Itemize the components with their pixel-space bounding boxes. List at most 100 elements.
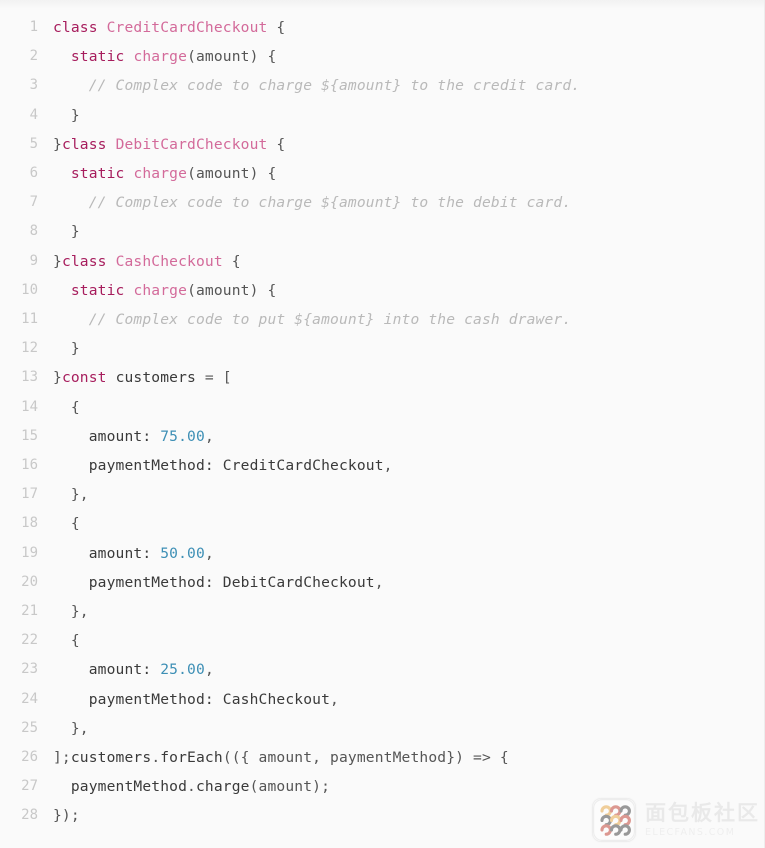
code-line-content[interactable]: }class DebitCardCheckout {	[49, 130, 764, 159]
code-line-content[interactable]: amount: 75.00,	[49, 422, 764, 451]
token-punct: (amount) {	[187, 281, 277, 299]
code-lines-table: 1 class CreditCardCheckout {2 static char…	[0, 13, 764, 831]
code-line-content[interactable]: {	[49, 509, 764, 538]
code-line-row: 26 ];customers.forEach(({ amount, payment…	[0, 743, 764, 772]
token-punct: });	[53, 807, 80, 825]
token-func: charge	[133, 48, 188, 66]
code-line-row: 19 amount: 50.00,	[0, 539, 764, 568]
token-punct: ];	[53, 749, 71, 767]
code-snippet-viewer[interactable]: 1 class CreditCardCheckout {2 static char…	[0, 0, 765, 848]
code-line-content[interactable]: }	[49, 217, 764, 246]
token-class: DebitCardCheckout	[115, 135, 268, 153]
code-line-content[interactable]: amount: 25.00,	[49, 655, 764, 684]
code-line-content[interactable]: }const customers = [	[49, 363, 764, 392]
code-line-row: 2 static charge(amount) {	[0, 42, 764, 71]
token-keyword: class	[61, 252, 107, 270]
line-number: 28	[21, 807, 38, 824]
token-prop: paymentMethod:	[88, 457, 214, 475]
line-number: 8	[29, 223, 38, 240]
code-line-row: 14 {	[0, 393, 764, 422]
token-prop: paymentMethod:	[88, 573, 214, 591]
token-punct: .	[187, 778, 196, 796]
line-number: 5	[29, 135, 38, 152]
token-punct: {	[53, 515, 80, 533]
token-class: CashCheckout	[115, 252, 223, 270]
token-punct: }	[53, 252, 62, 270]
code-line-content[interactable]: // Complex code to charge ${amount} to t…	[49, 188, 764, 217]
token-keyword: static	[70, 165, 125, 183]
token-plain: CreditCardCheckout	[222, 457, 384, 475]
line-number: 26	[21, 749, 38, 766]
code-line-content[interactable]: {	[49, 626, 764, 655]
token-punct: ,	[374, 573, 384, 591]
code-line-row: 23 amount: 25.00,	[0, 655, 764, 684]
token-plain: forEach	[160, 749, 223, 767]
code-line-row: 13}const customers = [	[0, 363, 764, 392]
token-punct: (amount) {	[187, 165, 277, 183]
token-punct: }	[53, 223, 80, 241]
code-line-content[interactable]: paymentMethod: DebitCardCheckout,	[49, 568, 764, 597]
code-line-row: 4 }	[0, 101, 764, 130]
token-punct: }	[53, 340, 80, 358]
code-line-row: 24 paymentMethod: CashCheckout,	[0, 685, 764, 714]
code-line-content[interactable]: }class CashCheckout {	[49, 247, 764, 276]
token-punct: (amount) {	[187, 48, 277, 66]
line-number: 23	[21, 661, 38, 678]
code-line-content[interactable]: amount: 50.00,	[49, 539, 764, 568]
line-number: 18	[21, 515, 38, 532]
line-number: 17	[21, 486, 38, 503]
code-line-row: 28});	[0, 801, 764, 830]
line-number: 22	[21, 632, 38, 649]
code-line-content[interactable]: });	[49, 801, 764, 830]
token-plain: charge	[195, 778, 250, 796]
code-line-row: 5 }class DebitCardCheckout {	[0, 130, 764, 159]
token-keyword: class	[53, 19, 98, 36]
line-number: 27	[21, 778, 38, 795]
token-punct: }	[53, 369, 62, 387]
code-line-content[interactable]: {	[49, 393, 764, 422]
code-line-content[interactable]: },	[49, 597, 764, 626]
code-line-content[interactable]: }	[49, 101, 764, 130]
code-line-content[interactable]: static charge(amount) {	[49, 276, 764, 305]
line-number: 25	[21, 719, 38, 736]
code-line-content[interactable]: },	[49, 480, 764, 509]
token-keyword: class	[61, 135, 107, 153]
token-punct: ,	[204, 427, 214, 445]
code-line-content[interactable]: },	[49, 714, 764, 743]
code-line-content[interactable]: ];customers.forEach(({ amount, paymentMe…	[49, 743, 764, 772]
line-number: 16	[21, 457, 38, 474]
code-line-content[interactable]: paymentMethod.charge(amount);	[49, 772, 764, 801]
token-punct: }	[53, 135, 62, 153]
code-line-content[interactable]: paymentMethod: CreditCardCheckout,	[49, 451, 764, 480]
code-line-content[interactable]: // Complex code to charge ${amount} to t…	[49, 71, 764, 100]
token-plain: paymentMethod	[70, 778, 188, 796]
line-number: 7	[29, 194, 38, 211]
token-comment: // Complex code to charge ${amount} to t…	[88, 194, 572, 212]
token-comment: // Complex code to charge ${amount} to t…	[88, 77, 581, 95]
line-number: 24	[21, 690, 38, 707]
line-number: 9	[29, 252, 38, 269]
code-line-content[interactable]: static charge(amount) {	[49, 42, 764, 71]
code-line-content[interactable]: }	[49, 334, 764, 363]
line-number: 14	[21, 398, 38, 415]
code-line-content[interactable]: static charge(amount) {	[49, 159, 764, 188]
code-line-content[interactable]: // Complex code to put ${amount} into th…	[49, 305, 764, 334]
code-line-content[interactable]: class CreditCardCheckout {	[49, 13, 764, 42]
line-number: 15	[21, 427, 38, 444]
token-keyword: const	[61, 369, 107, 387]
token-punct: (({ amount, paymentMethod}) => {	[222, 749, 509, 767]
code-line-content[interactable]: paymentMethod: CashCheckout,	[49, 685, 764, 714]
token-plain: CashCheckout	[222, 690, 331, 708]
code-line-row: 3 // Complex code to charge ${amount} to…	[0, 71, 764, 100]
